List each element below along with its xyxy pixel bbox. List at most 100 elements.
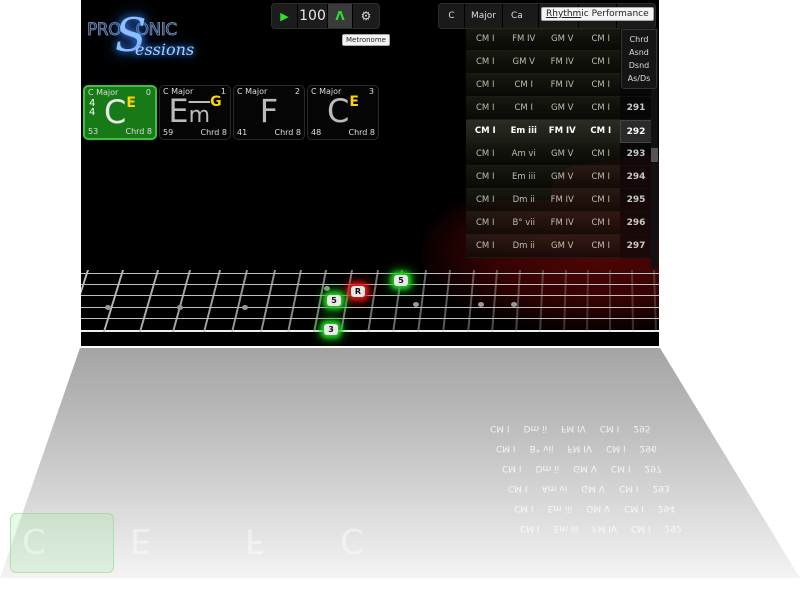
progression-chord[interactable]: CM I <box>582 103 621 113</box>
fret-wire <box>81 270 89 332</box>
progression-chord[interactable]: CM I <box>466 172 505 182</box>
chord-bass-note: G <box>210 94 222 110</box>
fret-wire <box>417 270 427 332</box>
progression-row[interactable]: CM I CM I GM V CM I <box>466 97 620 120</box>
chord-bass-note: E <box>349 94 359 110</box>
progression-chord[interactable]: CM I <box>582 241 621 251</box>
screen-reflection: CM I Dm ii FM IV CM I 295 CM I B° vii FM IV CM I… <box>0 348 800 602</box>
chord-tone-marker[interactable]: 5 <box>394 275 408 286</box>
progression-row[interactable]: CM I Dm ii FM IV CM I <box>466 189 620 212</box>
chord-card[interactable]: C Major 2 F 41 Chrd 8 <box>233 85 305 140</box>
chord-card[interactable]: C Major 1 EmG 59 Chrd 8 <box>159 85 231 140</box>
progression-chord[interactable]: CM I <box>466 149 505 159</box>
reflection-number: 295 <box>633 423 651 433</box>
progression-row[interactable]: CM I GM V FM IV CM I <box>466 51 620 74</box>
progression-chord[interactable]: CM I <box>582 149 621 159</box>
progression-chord[interactable]: Dm ii <box>505 241 544 251</box>
metronome-button[interactable]: Λ <box>328 4 353 28</box>
progression-chord[interactable]: CM I <box>582 34 621 44</box>
progression-number[interactable]: 297 <box>620 235 652 258</box>
guitar-string <box>81 284 659 285</box>
chrd-menu-item[interactable]: Dsnd <box>622 59 656 72</box>
app-screen: PRO ONIC S essions ▶ 100 Λ ⚙ Metronome C… <box>81 0 659 346</box>
category-select[interactable]: Ca <box>503 4 539 28</box>
progression-chord[interactable]: GM V <box>543 241 582 251</box>
progression-chord[interactable]: FM IV <box>543 126 582 136</box>
progression-chord[interactable]: CM I <box>505 80 544 90</box>
progression-chord[interactable]: GM V <box>543 172 582 182</box>
progression-row[interactable]: CM I Em iii FM IV CM I <box>466 120 620 143</box>
reflection-number: 292 <box>664 523 682 533</box>
progression-chord[interactable]: CM I <box>466 218 505 228</box>
progression-row[interactable]: CM I B° vii FM IV CM I <box>466 212 620 235</box>
fret-wire <box>442 270 451 332</box>
progression-row[interactable]: CM I Dm ii GM V CM I <box>466 235 620 258</box>
progression-chord[interactable]: CM I <box>466 195 505 205</box>
progression-chord[interactable]: CM I <box>466 80 505 90</box>
progression-chord[interactable]: CM I <box>466 34 505 44</box>
card-number: 59 <box>163 128 174 137</box>
guitar-fretboard[interactable]: 5R53 <box>81 268 659 346</box>
progression-number[interactable]: 292 <box>620 120 652 143</box>
tempo-field[interactable]: 100 <box>298 4 328 28</box>
progression-chord[interactable]: B° vii <box>505 218 544 228</box>
progression-chord[interactable]: CM I <box>582 218 621 228</box>
progression-chord[interactable]: Em iii <box>505 172 544 182</box>
reflection-chord: CM I <box>514 503 534 513</box>
progression-chord[interactable]: CM I <box>582 126 621 136</box>
reflection-chord: CM I <box>520 523 540 533</box>
progression-chord[interactable]: CM I <box>505 103 544 113</box>
chord-card[interactable]: C Major 0 4 4 CE 53 Chrd 8 <box>83 85 157 140</box>
progression-chord[interactable]: FM IV <box>543 80 582 90</box>
progression-chord[interactable]: FM IV <box>505 34 544 44</box>
settings-button[interactable]: ⚙ <box>353 4 379 28</box>
progression-number[interactable]: 291 <box>620 97 652 120</box>
progression-chord[interactable]: Em iii <box>505 126 544 136</box>
progression-chord[interactable]: CM I <box>582 80 621 90</box>
progression-chord[interactable]: GM V <box>505 57 544 67</box>
chord-tone-marker[interactable]: 3 <box>324 324 338 335</box>
progression-number[interactable]: 293 <box>620 143 652 166</box>
progression-chord[interactable]: FM IV <box>543 57 582 67</box>
chord-symbol: F <box>259 92 279 130</box>
chrd-menu-item[interactable]: As/Ds <box>622 72 656 85</box>
progression-row[interactable]: CM I CM I FM IV CM I <box>466 74 620 97</box>
prosonic-sessions-logo: PRO ONIC S essions <box>87 8 197 66</box>
progression-chord[interactable]: Dm ii <box>505 195 544 205</box>
chord-tone-marker[interactable]: 5 <box>327 295 341 306</box>
progression-chord[interactable]: CM I <box>466 241 505 251</box>
chrd-menu-item[interactable]: Asnd <box>622 46 656 59</box>
progression-chord[interactable]: Am vi <box>505 149 544 159</box>
progression-chord[interactable]: GM V <box>543 149 582 159</box>
progression-row[interactable]: CM I Em iii GM V CM I <box>466 166 620 189</box>
scrollbar-thumb[interactable] <box>651 148 658 162</box>
key-select[interactable]: C <box>439 4 465 28</box>
progression-chord[interactable]: GM V <box>543 103 582 113</box>
fret-wire <box>340 270 353 332</box>
progression-number[interactable]: 294 <box>620 166 652 189</box>
scale-select[interactable]: Major <box>465 4 503 28</box>
reflection-row: CM I Am vi GM V CM I 293 <box>508 483 670 493</box>
progression-row[interactable]: CM I FM IV GM V CM I <box>466 28 620 51</box>
progression-row[interactable]: CM I Am vi GM V CM I <box>466 143 620 166</box>
progression-chord[interactable]: GM V <box>543 34 582 44</box>
progression-chord[interactable]: CM I <box>582 172 621 182</box>
fret-wire <box>260 270 276 332</box>
progression-chord[interactable]: CM I <box>466 126 505 136</box>
chord-card[interactable]: C Major 3 CE 48 Chrd 8 <box>307 85 379 140</box>
rhythmic-performance-tooltip: Rhythmic Performance <box>541 7 654 21</box>
progression-number[interactable]: 295 <box>620 189 652 212</box>
progression-chord[interactable]: FM IV <box>543 218 582 228</box>
progression-chord[interactable]: CM I <box>582 57 621 67</box>
chord-symbol: CE <box>327 92 359 130</box>
progression-number[interactable]: 296 <box>620 212 652 235</box>
play-button[interactable]: ▶ <box>272 4 298 28</box>
chrd-menu-item[interactable]: Chrd <box>622 33 656 46</box>
fret-wire <box>367 270 379 332</box>
progression-chord[interactable]: CM I <box>466 103 505 113</box>
progression-chord[interactable]: CM I <box>466 57 505 67</box>
progression-chord[interactable]: FM IV <box>543 195 582 205</box>
fret-wire <box>515 270 521 332</box>
progression-chord[interactable]: CM I <box>582 195 621 205</box>
root-note-marker[interactable]: R <box>351 286 365 297</box>
